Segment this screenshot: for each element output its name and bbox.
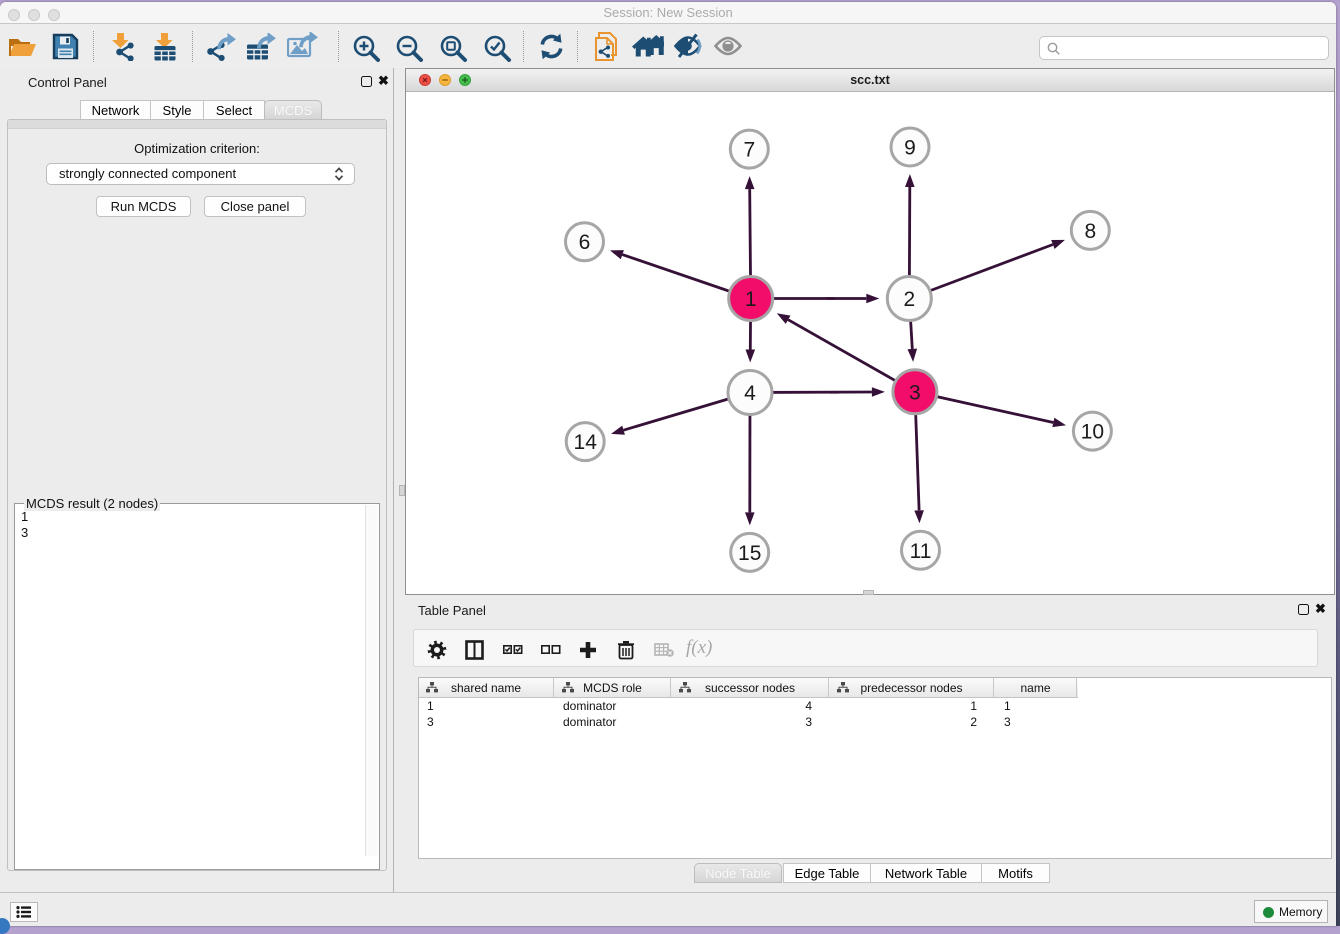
svg-text:6: 6	[579, 231, 591, 254]
svg-text:10: 10	[1081, 421, 1104, 444]
svg-text:11: 11	[910, 540, 932, 563]
svg-text:4: 4	[744, 382, 756, 405]
svg-text:7: 7	[743, 139, 755, 162]
svg-text:8: 8	[1084, 220, 1096, 243]
svg-text:1: 1	[745, 288, 757, 311]
svg-text:9: 9	[904, 137, 916, 160]
svg-text:3: 3	[909, 381, 921, 404]
svg-text:14: 14	[574, 431, 598, 454]
svg-text:15: 15	[738, 542, 761, 565]
svg-text:2: 2	[903, 288, 915, 311]
